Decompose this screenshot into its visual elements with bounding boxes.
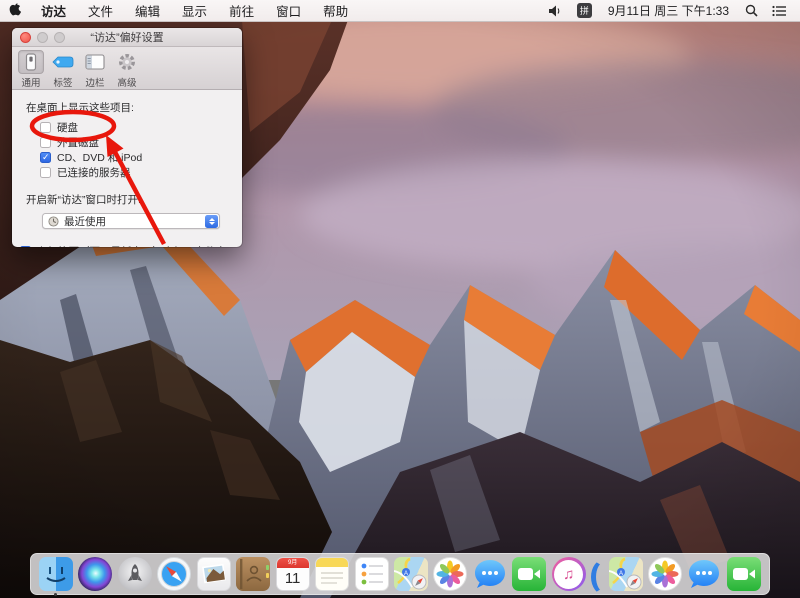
- close-button[interactable]: [20, 32, 31, 43]
- tab-general-label: 通用: [21, 75, 40, 89]
- recents-icon: [48, 216, 59, 227]
- itunes-note-glyph: ♫: [554, 560, 583, 589]
- dock-contacts-icon[interactable]: [236, 557, 270, 591]
- checkbox-row-servers[interactable]: 已连接的服务器: [40, 167, 242, 178]
- menu-item-go[interactable]: 前往: [218, 0, 265, 21]
- preferences-toolbar: 通用 标签 边栏: [12, 47, 242, 90]
- servers-checkbox[interactable]: [40, 167, 51, 178]
- dock-maps-icon[interactable]: A: [394, 557, 428, 591]
- sidebar-icon: [82, 50, 108, 74]
- tag-icon: [50, 50, 76, 74]
- tab-advanced-label: 高级: [117, 75, 136, 89]
- dock-safari-icon[interactable]: [157, 557, 191, 591]
- finder-preferences-window: “访达”偏好设置 通用 标签: [12, 28, 242, 247]
- dock-messages-icon-2[interactable]: [687, 557, 721, 591]
- menu-item-view[interactable]: 显示: [171, 0, 218, 21]
- dock-mail-icon[interactable]: [197, 557, 231, 591]
- dock-photos-icon[interactable]: [433, 557, 467, 591]
- desktop-items-label: 在桌面上显示这些项目:: [26, 100, 242, 115]
- calendar-month: 9月: [277, 558, 309, 568]
- dock-itunes-icon[interactable]: ♫: [552, 557, 586, 591]
- tab-sidebar[interactable]: 边栏: [82, 50, 108, 89]
- zoom-button[interactable]: [54, 32, 65, 43]
- hard-disks-label: 硬盘: [57, 120, 78, 135]
- checkbox-row-external-disks[interactable]: 外置磁盘: [40, 137, 242, 148]
- calendar-day: 11: [277, 568, 309, 590]
- dock: 9月 11 A: [30, 553, 770, 595]
- preferences-body: 在桌面上显示这些项目: 硬盘 外置磁盘 CD、DVD 和 iPod 已连接的服务…: [12, 90, 242, 247]
- dropdown-stepper-icon: [205, 215, 218, 228]
- servers-label: 已连接的服务器: [57, 165, 131, 180]
- apple-menu-icon[interactable]: [0, 0, 30, 21]
- notification-center-icon[interactable]: [766, 0, 792, 21]
- input-method-label: 拼: [577, 3, 592, 18]
- menu-item-file[interactable]: 文件: [77, 0, 124, 21]
- dock-messages-icon[interactable]: [473, 557, 507, 591]
- tab-tags-label: 标签: [53, 75, 72, 89]
- dock-photos-icon-2[interactable]: [648, 557, 682, 591]
- dock-launchpad-icon[interactable]: [118, 557, 152, 591]
- svg-text:A: A: [619, 571, 623, 577]
- open-in-tabs-checkbox[interactable]: [20, 246, 31, 247]
- window-title: “访达”偏好设置: [90, 29, 163, 45]
- hard-disks-checkbox[interactable]: [40, 122, 51, 133]
- dock-finder-icon[interactable]: [39, 557, 73, 591]
- menu-item-finder[interactable]: 访达: [30, 0, 77, 21]
- dock-notes-icon[interactable]: [315, 557, 349, 591]
- minimize-button[interactable]: [37, 32, 48, 43]
- cds-checkbox[interactable]: [40, 152, 51, 163]
- new-window-label: 开启新“访达”窗口时打开:: [26, 192, 242, 207]
- search-icon[interactable]: [739, 0, 764, 21]
- menu-item-edit[interactable]: 编辑: [124, 0, 171, 21]
- menu-bar: 访达 文件 编辑 显示 前往 窗口 帮助 拼 9月11日 周三 下午1:33: [0, 0, 800, 22]
- input-method-icon[interactable]: 拼: [571, 0, 598, 21]
- tab-general[interactable]: 通用: [18, 50, 44, 89]
- tab-advanced[interactable]: 高级: [114, 50, 140, 89]
- checkbox-row-open-in-tabs[interactable]: 在标签页（而不是新窗口）中打开文件夹: [20, 244, 242, 247]
- menu-item-help[interactable]: 帮助: [312, 0, 359, 21]
- menubar-clock[interactable]: 9月11日 周三 下午1:33: [600, 2, 737, 19]
- dock-maps-icon-2[interactable]: A: [609, 557, 643, 591]
- gear-icon: [114, 50, 140, 74]
- dropdown-value: 最近使用: [64, 214, 106, 229]
- dock-calendar-icon[interactable]: 9月 11: [276, 557, 310, 591]
- svg-text:A: A: [404, 571, 408, 577]
- checkbox-row-cds[interactable]: CD、DVD 和 iPod: [40, 152, 242, 163]
- external-disks-label: 外置磁盘: [57, 135, 99, 150]
- dock-partial-app-icon[interactable]: [591, 557, 603, 591]
- volume-icon[interactable]: [543, 0, 569, 21]
- general-icon: [18, 50, 44, 74]
- new-window-dropdown[interactable]: 最近使用: [42, 213, 220, 229]
- dock-reminders-icon[interactable]: [355, 557, 389, 591]
- open-in-tabs-label: 在标签页（而不是新窗口）中打开文件夹: [37, 244, 226, 247]
- checkbox-row-hard-disks[interactable]: 硬盘: [40, 122, 242, 133]
- tab-tags[interactable]: 标签: [50, 50, 76, 89]
- menu-item-window[interactable]: 窗口: [265, 0, 312, 21]
- tab-sidebar-label: 边栏: [85, 75, 104, 89]
- dock-facetime-icon-2[interactable]: [727, 557, 761, 591]
- dock-siri-icon[interactable]: [78, 557, 112, 591]
- cds-label: CD、DVD 和 iPod: [57, 150, 142, 165]
- dock-facetime-icon[interactable]: [512, 557, 546, 591]
- window-titlebar[interactable]: “访达”偏好设置: [12, 28, 242, 47]
- external-disks-checkbox[interactable]: [40, 137, 51, 148]
